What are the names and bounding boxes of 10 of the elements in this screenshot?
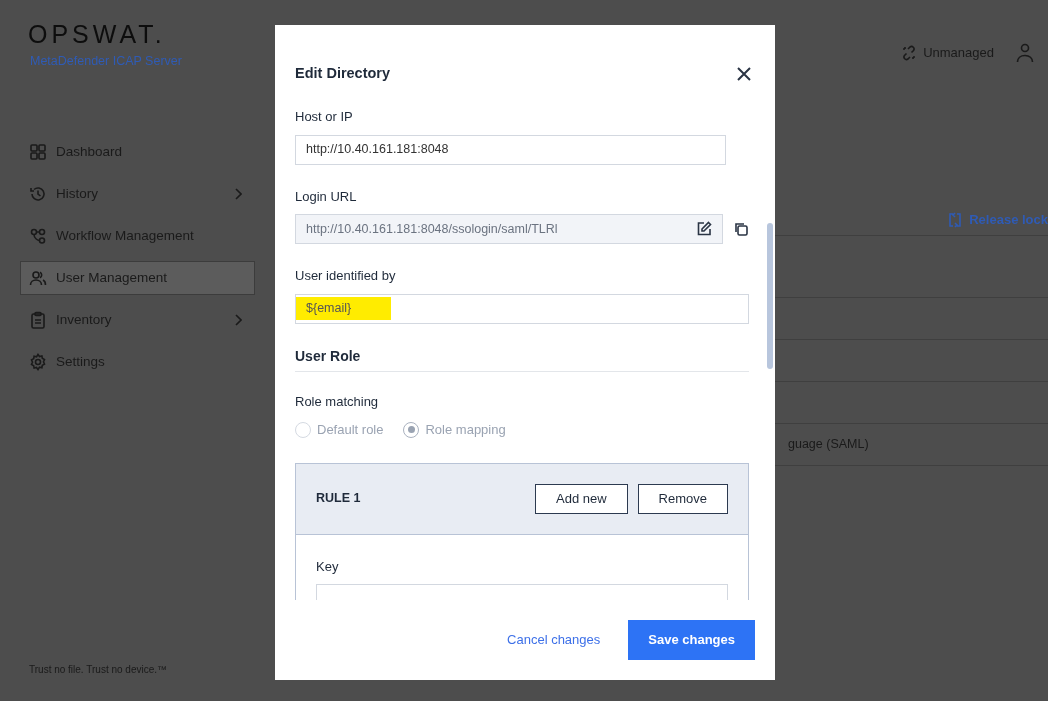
field-label: User identified by xyxy=(295,267,397,285)
dialog-title: Edit Directory xyxy=(295,64,391,84)
product-name: MetaDefender ICAP Server xyxy=(29,53,183,70)
rule-title: RULE 1 xyxy=(316,490,361,508)
field-label: Key xyxy=(316,557,340,576)
logo: OPSWAT. xyxy=(27,22,167,47)
section-heading: User Role xyxy=(295,345,749,372)
field-label: Role matching xyxy=(295,392,380,411)
field-label: Host or IP xyxy=(295,108,354,126)
field-label: Login URL xyxy=(295,187,358,206)
